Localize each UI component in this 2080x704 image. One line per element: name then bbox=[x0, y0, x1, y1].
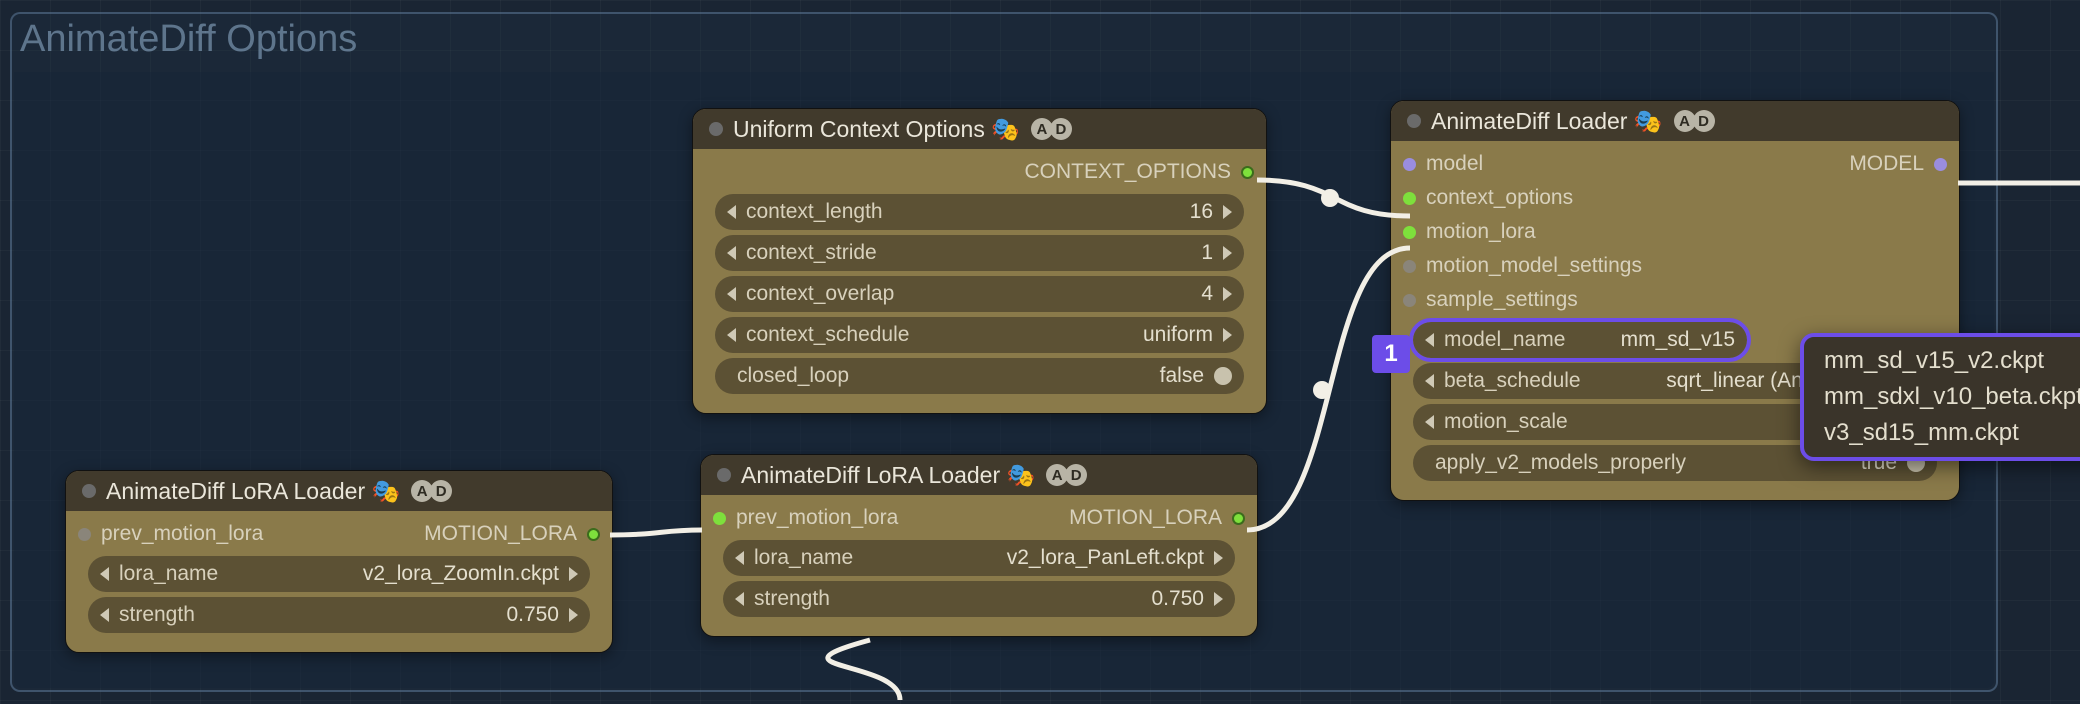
ad-badge: AD bbox=[414, 480, 452, 502]
chevron-left-icon[interactable] bbox=[727, 287, 736, 301]
widget-context-stride[interactable]: context_stride 1 bbox=[715, 235, 1244, 271]
model-name-dropdown[interactable]: mm_sd_v15_v2.ckpt mm_sdxl_v10_beta.ckpt … bbox=[1800, 333, 2080, 461]
widget-lora-name[interactable]: lora_name v2_lora_PanLeft.ckpt bbox=[723, 540, 1235, 576]
node-uniform-context-options[interactable]: Uniform Context Options 🎭 AD CONTEXT_OPT… bbox=[692, 108, 1267, 414]
chevron-left-icon[interactable] bbox=[100, 608, 109, 622]
output-model[interactable]: MODEL bbox=[1849, 147, 1947, 181]
chevron-right-icon[interactable] bbox=[569, 567, 578, 581]
widget-strength[interactable]: strength 0.750 bbox=[88, 597, 590, 633]
chevron-right-icon[interactable] bbox=[1214, 551, 1223, 565]
widget-lora-name[interactable]: lora_name v2_lora_ZoomIn.ckpt bbox=[88, 556, 590, 592]
chevron-left-icon[interactable] bbox=[1425, 415, 1434, 429]
widget-strength[interactable]: strength 0.750 bbox=[723, 581, 1235, 617]
input-model[interactable]: model bbox=[1403, 147, 1642, 181]
node-collapse-dot[interactable] bbox=[1407, 114, 1421, 128]
output-context-options[interactable]: CONTEXT_OPTIONS bbox=[705, 155, 1254, 189]
chevron-left-icon[interactable] bbox=[1425, 374, 1434, 388]
widget-motion-scale[interactable]: motion_scale bbox=[1413, 404, 1837, 440]
annotation-marker-1: 1 bbox=[1372, 335, 1410, 373]
chevron-right-icon[interactable] bbox=[1223, 287, 1232, 301]
node-animatediff-lora-loader-2[interactable]: AnimateDiff LoRA Loader 🎭 AD prev_motion… bbox=[700, 454, 1258, 637]
widget-context-length[interactable]: context_length 16 bbox=[715, 194, 1244, 230]
group-title: AnimateDiff Options bbox=[20, 18, 357, 61]
toggle-icon[interactable] bbox=[1214, 367, 1232, 385]
chevron-left-icon[interactable] bbox=[1425, 333, 1434, 347]
dropdown-item[interactable]: mm_sdxl_v10_beta.ckpt bbox=[1808, 379, 2080, 415]
node-title: AnimateDiff LoRA Loader 🎭 bbox=[106, 478, 400, 505]
node-title: AnimateDiff Loader 🎭 bbox=[1431, 108, 1663, 135]
input-context-options[interactable]: context_options bbox=[1403, 181, 1642, 215]
input-sample-settings[interactable]: sample_settings bbox=[1403, 283, 1642, 317]
ad-badge: AD bbox=[1034, 118, 1072, 140]
input-motion-lora[interactable]: motion_lora bbox=[1403, 215, 1642, 249]
output-motion-lora[interactable]: MOTION_LORA bbox=[1069, 501, 1245, 535]
input-motion-model-settings[interactable]: motion_model_settings bbox=[1403, 249, 1642, 283]
chevron-left-icon[interactable] bbox=[100, 567, 109, 581]
node-collapse-dot[interactable] bbox=[82, 484, 96, 498]
chevron-right-icon[interactable] bbox=[1223, 246, 1232, 260]
chevron-left-icon[interactable] bbox=[735, 551, 744, 565]
dropdown-item[interactable]: v3_sd15_mm.ckpt bbox=[1808, 415, 2080, 451]
output-motion-lora[interactable]: MOTION_LORA bbox=[424, 517, 600, 551]
input-prev-motion-lora[interactable]: prev_motion_lora bbox=[713, 501, 898, 535]
ad-badge: AD bbox=[1677, 110, 1715, 132]
chevron-left-icon[interactable] bbox=[735, 592, 744, 606]
chevron-left-icon[interactable] bbox=[727, 328, 736, 342]
chevron-right-icon[interactable] bbox=[569, 608, 578, 622]
widget-context-schedule[interactable]: context_schedule uniform bbox=[715, 317, 1244, 353]
dropdown-item[interactable]: mm_sd_v15_v2.ckpt bbox=[1808, 343, 2080, 379]
chevron-right-icon[interactable] bbox=[1223, 328, 1232, 342]
node-title: Uniform Context Options 🎭 bbox=[733, 116, 1020, 143]
widget-closed-loop[interactable]: closed_loop false bbox=[715, 358, 1244, 394]
widget-beta-schedule[interactable]: beta_schedule sqrt_linear (Anim bbox=[1413, 363, 1837, 399]
node-collapse-dot[interactable] bbox=[717, 468, 731, 482]
widget-context-overlap[interactable]: context_overlap 4 bbox=[715, 276, 1244, 312]
chevron-right-icon[interactable] bbox=[1214, 592, 1223, 606]
node-title: AnimateDiff LoRA Loader 🎭 bbox=[741, 462, 1035, 489]
node-collapse-dot[interactable] bbox=[709, 122, 723, 136]
chevron-left-icon[interactable] bbox=[727, 246, 736, 260]
chevron-right-icon[interactable] bbox=[1223, 205, 1232, 219]
node-animatediff-lora-loader-1[interactable]: AnimateDiff LoRA Loader 🎭 AD prev_motion… bbox=[65, 470, 613, 653]
input-prev-motion-lora[interactable]: prev_motion_lora bbox=[78, 517, 263, 551]
chevron-left-icon[interactable] bbox=[727, 205, 736, 219]
widget-model-name[interactable]: model_name mm_sd_v15 bbox=[1413, 322, 1747, 358]
ad-badge: AD bbox=[1049, 464, 1087, 486]
